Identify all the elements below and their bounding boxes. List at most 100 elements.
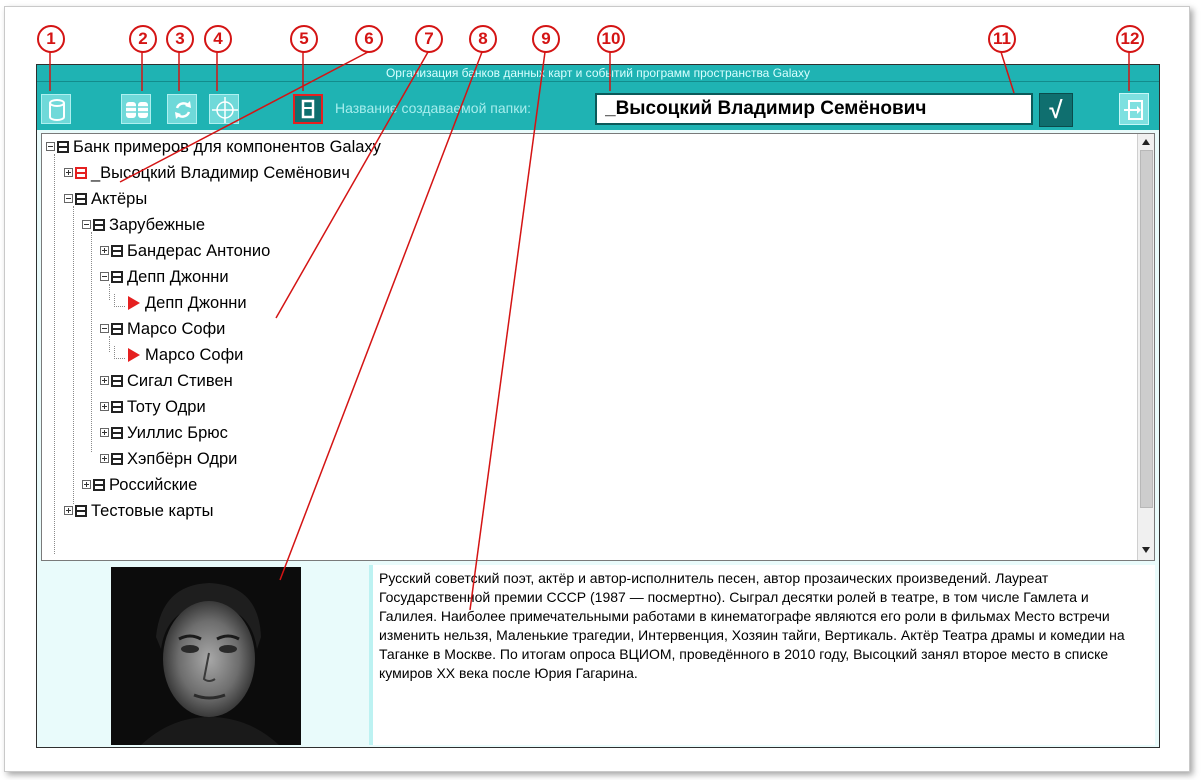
tree-item-hepburn[interactable]: Хэпбёрн Одри [100,446,237,472]
tree-item-depp-card[interactable]: Депп Джонни [114,290,247,316]
tree-scrollbar[interactable] [1137,134,1154,560]
folder-icon [57,140,69,153]
folder-icon [93,478,105,491]
collapse-icon[interactable] [46,142,55,152]
description-text: Русский советский поэт, актёр и автор-ис… [379,570,1125,681]
callout-marker-10: 10 [597,25,625,53]
scroll-down-icon[interactable] [1140,544,1152,556]
tree-item-label: Тестовые карты [91,502,214,520]
galaxy-bank-window: Организация банков данных карт и событий… [36,64,1160,748]
toolbar: Название создаваемой папки: √ [37,82,1159,130]
tree-item-label: _Высоцкий Владимир Семёнович [91,164,350,182]
folder-icon [75,504,87,517]
callout-marker-5: 5 [290,25,318,53]
tree-item-label: Марсо Софи [145,346,244,364]
collapse-icon[interactable] [100,272,109,282]
collapse-icon[interactable] [100,324,109,334]
tree-root[interactable]: Банк примеров для компонентов Galaxy [46,134,381,160]
database-button[interactable] [41,94,71,124]
tree-item-label: Тоту Одри [127,398,206,416]
tree-item-label: Хэпбёрн Одри [127,450,238,468]
callout-marker-2: 2 [129,25,157,53]
expand-icon[interactable] [100,246,109,256]
new-folder-button[interactable] [293,94,323,124]
callout-marker-6: 6 [355,25,383,53]
expand-icon[interactable] [64,168,73,178]
folder-icon [75,192,87,205]
tree-item-actors[interactable]: Актёры [64,186,147,212]
folder-tree[interactable]: Банк примеров для компонентов Galaxy _Вы… [41,133,1155,561]
tree-item-marceau-folder[interactable]: Марсо Софи [100,316,225,342]
tree-item-test-cards[interactable]: Тестовые карты [64,498,214,524]
tree-item-label: Актёры [91,190,148,208]
tree-guide [91,232,92,452]
confirm-icon: √ [1049,97,1063,124]
tree-item-label: Депп Джонни [145,294,247,312]
folder-icon [111,400,123,413]
photo-panel [41,563,368,745]
tree-item-label: Сигал Стивен [127,372,233,390]
refresh-button[interactable] [167,94,197,124]
callout-marker-9: 9 [532,25,560,53]
callout-marker-1: 1 [37,25,65,53]
tree-connector [114,294,125,307]
folder-icon-selected [75,166,87,179]
tree-item-russian[interactable]: Российские [82,472,197,498]
expand-icon[interactable] [100,402,109,412]
folder-name-label: Название создаваемой папки: [335,100,532,116]
crosshair-button[interactable] [209,94,239,124]
collapse-icon[interactable] [82,220,91,230]
tree-item-willis[interactable]: Уиллис Брюс [100,420,228,446]
confirm-button[interactable]: √ [1039,93,1073,127]
window-title: Организация банков данных карт и событий… [37,65,1159,82]
tree-item-label: Банк примеров для компонентов Galaxy [73,138,381,156]
expand-icon[interactable] [82,480,91,490]
tree-item-depp-folder[interactable]: Депп Джонни [100,264,229,290]
folder-icon [111,244,123,257]
tree-connector [114,346,125,359]
databases-button[interactable] [121,94,151,124]
expand-icon[interactable] [100,376,109,386]
callout-marker-3: 3 [166,25,194,53]
tree-item-seagal[interactable]: Сигал Стивен [100,368,233,394]
card-play-icon [128,295,140,310]
tree-item-label: Уиллис Брюс [127,424,228,442]
tree-item-tautou[interactable]: Тоту Одри [100,394,206,420]
scroll-thumb[interactable] [1140,150,1153,508]
callout-marker-12: 12 [1116,25,1144,53]
tree-item-label: Зарубежные [109,216,206,234]
card-play-icon [128,347,140,362]
expand-icon[interactable] [100,428,109,438]
folder-icon [93,218,105,231]
folder-name-input[interactable] [595,93,1033,125]
callout-marker-11: 11 [988,25,1016,53]
exit-button[interactable] [1119,93,1149,125]
tree-guide [73,206,74,504]
description-panel: Русский советский поэт, актёр и автор-ис… [369,565,1155,745]
expand-icon[interactable] [100,454,109,464]
scroll-up-icon[interactable] [1140,136,1152,148]
tree-item-marceau-card[interactable]: Марсо Софи [114,342,243,368]
exit-icon [1124,100,1143,120]
tree-item-banderas[interactable]: Бандерас Антонио [100,238,270,264]
tree-item-label: Депп Джонни [127,268,229,286]
folder-icon [111,374,123,387]
folder-icon [111,452,123,465]
folder-icon [111,270,123,283]
crosshair-icon [212,97,238,123]
new-folder-icon [301,99,315,119]
collapse-icon[interactable] [64,194,73,204]
tree-item-label: Бандерас Антонио [127,242,271,260]
tree-item-foreign[interactable]: Зарубежные [82,212,205,238]
folder-icon [111,426,123,439]
database-icon [49,99,65,121]
refresh-icon [175,101,191,119]
expand-icon[interactable] [64,506,73,516]
callout-marker-4: 4 [204,25,232,53]
callout-marker-7: 7 [415,25,443,53]
databases-icon [126,102,148,118]
tree-item-label: Российские [109,476,198,494]
tree-item-vysotsky[interactable]: _Высоцкий Владимир Семёнович [64,160,350,186]
folder-icon [111,322,123,335]
portrait-photo [111,567,301,745]
